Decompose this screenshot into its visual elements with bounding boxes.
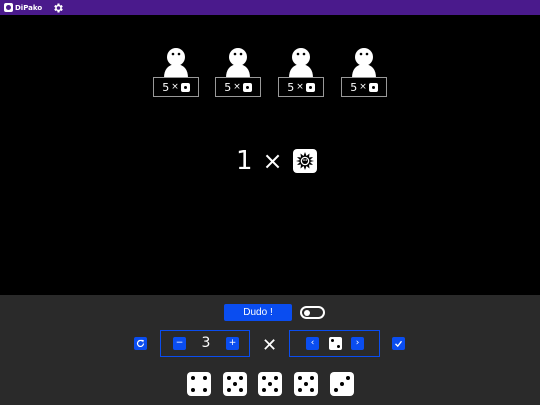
- reset-button[interactable]: [134, 337, 147, 350]
- pawn-icon: [352, 48, 376, 78]
- gear-icon[interactable]: [52, 2, 64, 14]
- face-selector: ‹ ›: [289, 330, 380, 357]
- bid-quantity: 5: [162, 80, 170, 94]
- quantity-value: 3: [201, 335, 211, 351]
- die-face-1: [305, 82, 315, 92]
- pawn-icon: [226, 48, 250, 78]
- app-logo[interactable]: DiPako: [4, 3, 42, 12]
- bid-quantity: 5: [287, 80, 295, 94]
- paco-die: [292, 149, 317, 173]
- die-face-1: [368, 82, 378, 92]
- times-sign: ×: [262, 147, 283, 175]
- paco-icon: [295, 152, 314, 170]
- hand-die-5[interactable]: [258, 372, 282, 396]
- check-icon: [395, 340, 403, 348]
- decrease-button[interactable]: −: [173, 337, 186, 350]
- times-sign: ×: [171, 82, 179, 92]
- hand-die-4[interactable]: [187, 372, 211, 396]
- current-bid-quantity: 1: [236, 146, 253, 176]
- player-bid: 5 ×: [341, 77, 387, 97]
- player-4: 5 ×: [341, 48, 387, 98]
- top-bar: DiPako: [0, 0, 540, 15]
- player-2: 5 ×: [215, 48, 261, 98]
- bid-quantity: 5: [224, 80, 232, 94]
- app-name: DiPako: [15, 3, 43, 12]
- times-sign: ×: [296, 82, 304, 92]
- player-bid: 5 ×: [278, 77, 324, 97]
- times-sign: ×: [233, 82, 241, 92]
- player-bid: 5 ×: [215, 77, 261, 97]
- selected-face-die: [329, 337, 342, 350]
- confirm-button[interactable]: [392, 337, 405, 350]
- times-sign: ×: [359, 82, 367, 92]
- player-1: 5 ×: [153, 48, 199, 98]
- next-face-button[interactable]: ›: [351, 337, 364, 350]
- current-bid: 1 ×: [236, 146, 317, 176]
- increase-button[interactable]: +: [226, 337, 239, 350]
- quantity-stepper: − 3 +: [160, 330, 250, 357]
- previous-face-button[interactable]: ‹: [306, 337, 319, 350]
- hand-die-3[interactable]: [330, 372, 354, 396]
- hand-die-5[interactable]: [294, 372, 318, 396]
- pawn-icon: [289, 48, 313, 78]
- toggle-knob: [304, 310, 310, 316]
- refresh-icon: [136, 339, 145, 347]
- player-hand: [187, 372, 357, 396]
- mode-toggle[interactable]: [300, 306, 325, 319]
- player-bid: 5 ×: [153, 77, 199, 97]
- dudo-button[interactable]: Dudo !: [224, 304, 292, 321]
- die-face-1: [180, 82, 190, 92]
- control-panel: Dudo ! − 3 + ✕ ‹ ›: [0, 295, 540, 405]
- times-sign: ✕: [262, 335, 278, 356]
- player-3: 5 ×: [278, 48, 324, 98]
- logo-icon: [4, 3, 13, 12]
- hand-die-5[interactable]: [223, 372, 247, 396]
- die-face-1: [242, 82, 252, 92]
- pawn-icon: [164, 48, 188, 78]
- bid-quantity: 5: [350, 80, 358, 94]
